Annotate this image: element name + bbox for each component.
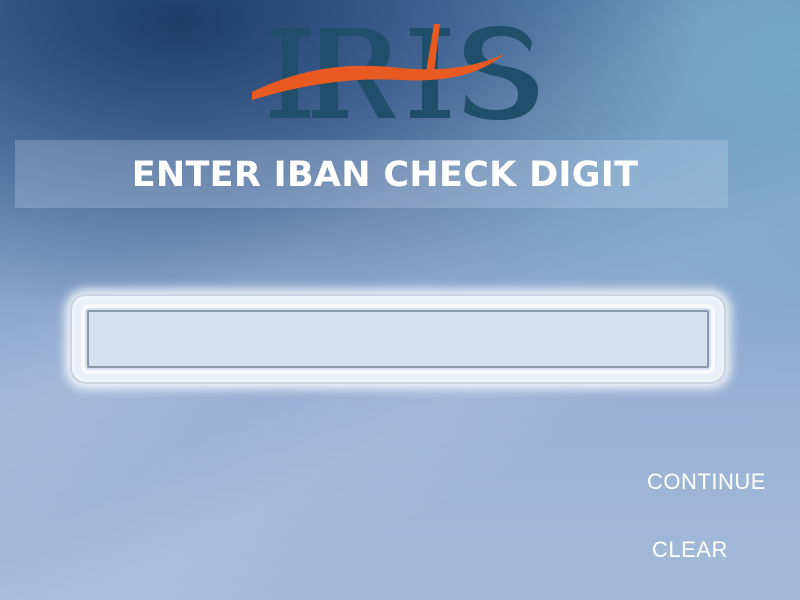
clear-button[interactable]: CLEAR <box>652 537 728 563</box>
page-title: ENTER IBAN CHECK DIGIT <box>131 155 639 195</box>
iris-logo <box>250 14 550 126</box>
continue-button[interactable]: CONTINUE <box>647 469 766 495</box>
title-banner: ENTER IBAN CHECK DIGIT <box>15 140 728 208</box>
iris-logo-graphic <box>252 24 538 120</box>
iban-check-digit-input[interactable] <box>81 304 715 374</box>
iban-check-digit-input-frame <box>70 294 726 384</box>
